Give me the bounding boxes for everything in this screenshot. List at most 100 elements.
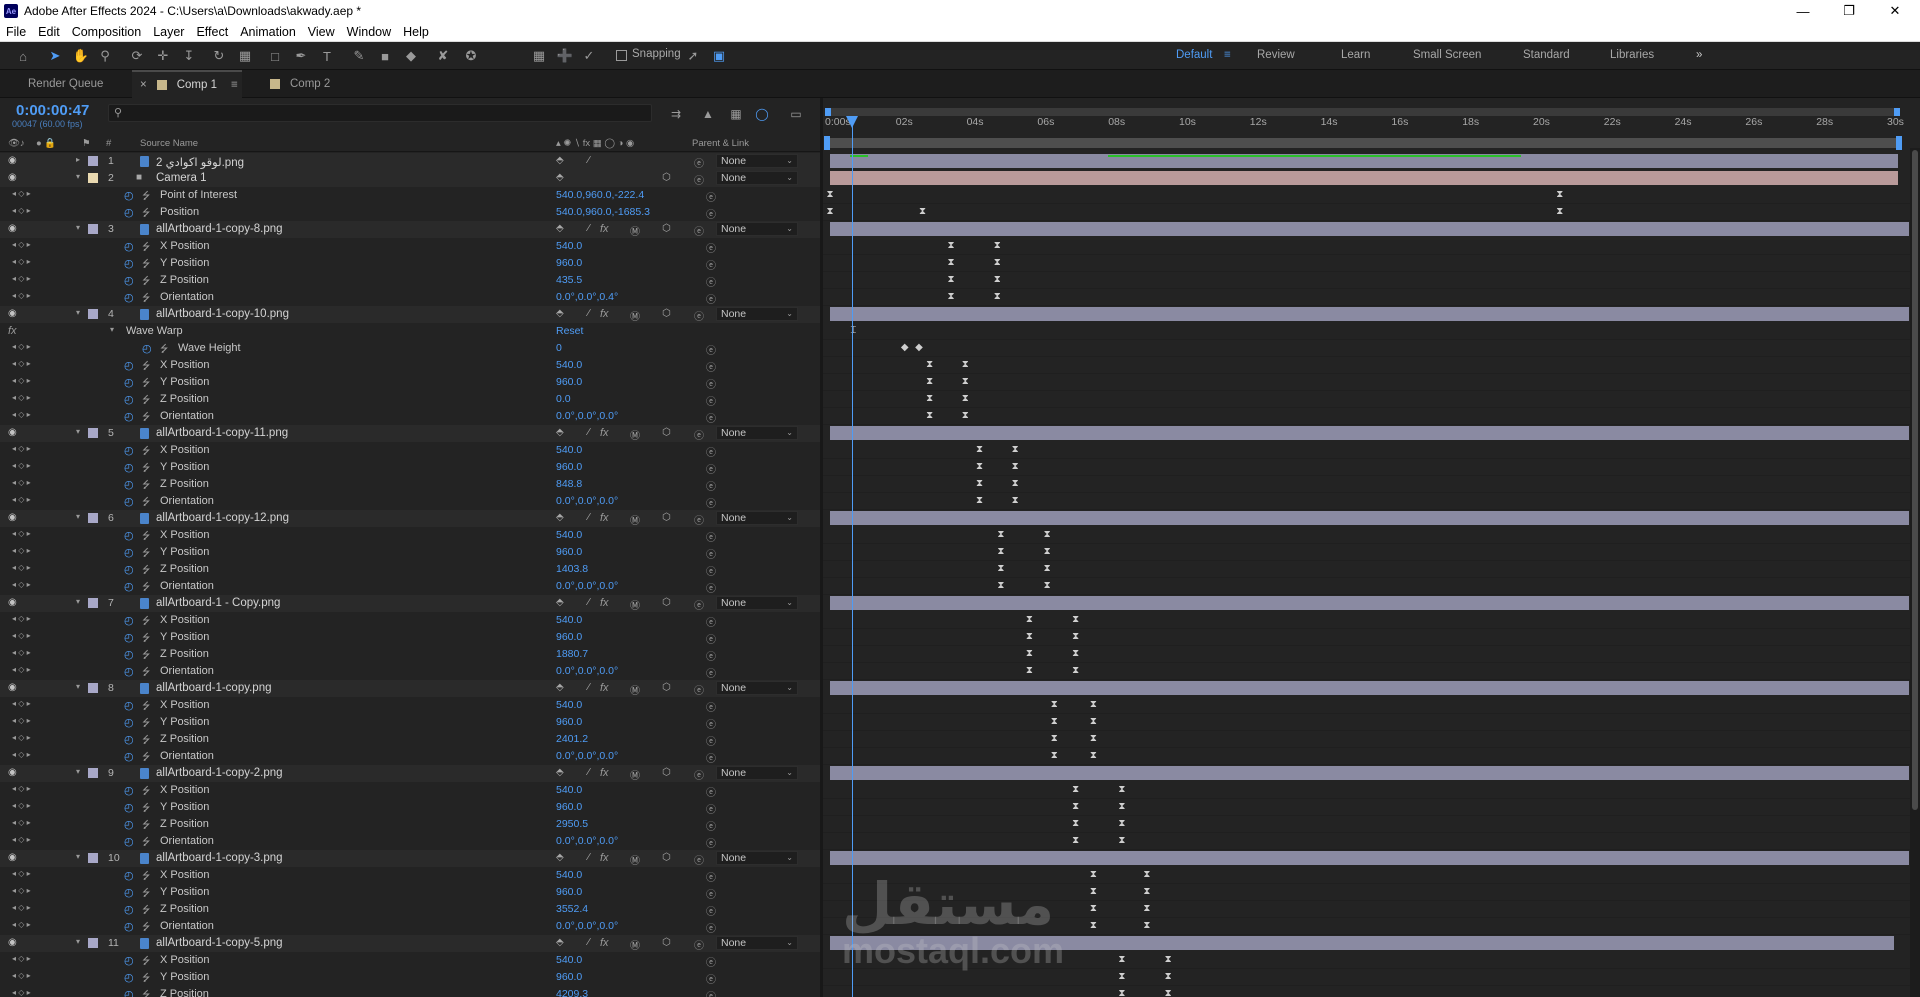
workspace-menu-icon[interactable]: ≡ <box>1224 49 1231 61</box>
quality-switch-icon[interactable]: ∕ <box>588 937 590 948</box>
parent-dropdown[interactable]: None ⌄ <box>716 766 798 780</box>
keyframe-nav-icon[interactable]: ◂ ◇ ▸ <box>12 410 31 419</box>
keyframe-nav-icon[interactable]: ◂ ◇ ▸ <box>12 478 31 487</box>
layer-duration-bar[interactable] <box>830 426 1909 440</box>
property-value[interactable]: 848.8 <box>556 478 582 490</box>
quality-switch-icon[interactable]: ∕ <box>588 852 590 863</box>
expression-pickwhip-icon[interactable]: ⓔ <box>706 393 716 408</box>
effects-switch-icon[interactable]: fx <box>600 427 609 439</box>
work-area-end-handle[interactable] <box>1896 136 1902 150</box>
stopwatch-icon[interactable]: ◴ <box>124 274 134 287</box>
keyframe-icon[interactable]: ⧗ <box>975 478 985 489</box>
graph-editor-icon[interactable]: ▭ <box>788 106 804 122</box>
visibility-eye-icon[interactable]: ◉ <box>8 427 17 438</box>
layer-name[interactable]: allArtboard-1-copy-8.png <box>156 223 283 235</box>
keyframe-icon[interactable]: ⧗ <box>975 444 985 455</box>
scrollbar-thumb[interactable] <box>1912 150 1918 810</box>
tab-comp-1[interactable]: × Comp 1 ≡ <box>132 70 242 98</box>
menu-layer[interactable]: Layer <box>147 22 190 42</box>
eraser-tool-icon[interactable]: ◆ <box>402 47 420 65</box>
keyframe-icon[interactable]: ⧗ <box>1042 529 1052 540</box>
layer-duration-bar[interactable] <box>830 681 1909 695</box>
parent-dropdown[interactable]: None ⌄ <box>716 171 798 185</box>
effects-switch-icon[interactable]: fx <box>600 308 609 320</box>
stopwatch-icon[interactable]: ◴ <box>124 920 134 933</box>
roto-brush-icon[interactable]: ✘ <box>434 47 452 65</box>
3d-layer-switch-icon[interactable]: ⬡ <box>662 597 671 608</box>
stopwatch-icon[interactable]: ◴ <box>124 444 134 457</box>
3d-layer-switch-icon[interactable]: ⬡ <box>662 172 671 183</box>
twirl-arrow-icon[interactable]: ▾ <box>76 223 80 232</box>
keyframe-icon[interactable]: ⧗ <box>1088 733 1098 744</box>
expression-pickwhip-icon[interactable]: ⓔ <box>706 869 716 884</box>
keyframe-nav-icon[interactable]: ◂ ◇ ▸ <box>12 274 31 283</box>
keyframe-icon[interactable]: ⧗ <box>1010 478 1020 489</box>
parent-pickwhip-icon[interactable]: ⓔ <box>694 937 704 952</box>
av-features-icon[interactable]: 👁♪ <box>8 138 25 149</box>
keyframe-nav-icon[interactable]: ◂ ◇ ▸ <box>12 784 31 793</box>
keyframe-icon[interactable]: ⧗ <box>946 257 956 268</box>
layer-row[interactable]: ◉ ▾ 5 allArtboard-1-copy-11.png ⬘ ∕ fx Ⓜ ⬡ ⓔ None ⌄ <box>0 425 820 442</box>
expression-pickwhip-icon[interactable]: ⓔ <box>706 750 716 765</box>
keyframe-icon[interactable]: ⧗ <box>825 189 835 200</box>
expression-pickwhip-icon[interactable]: ⓔ <box>706 699 716 714</box>
keyframe-icon[interactable]: ⧗ <box>1117 988 1127 997</box>
expression-pickwhip-icon[interactable]: ⓔ <box>706 784 716 799</box>
motion-blur-switch-icon[interactable]: Ⓜ <box>630 223 640 238</box>
stopwatch-icon[interactable]: ◴ <box>124 750 134 763</box>
stopwatch-icon[interactable]: ◴ <box>124 801 134 814</box>
layer-duration-bar[interactable] <box>830 511 1909 525</box>
parent-pickwhip-icon[interactable]: ⓔ <box>694 223 704 238</box>
effects-switch-icon[interactable]: fx <box>600 597 609 609</box>
layer-label-swatch[interactable] <box>88 156 98 166</box>
navigator-start-handle[interactable] <box>825 108 831 116</box>
layer-duration-bar[interactable] <box>830 171 1898 185</box>
keyframe-icon[interactable]: ⧗ <box>1071 835 1081 846</box>
close-tab-icon[interactable]: × <box>140 79 147 91</box>
current-time-indicator-head[interactable] <box>846 116 858 128</box>
stopwatch-icon[interactable]: ◴ <box>124 546 134 559</box>
3d-layer-switch-icon[interactable]: ⬡ <box>662 682 671 693</box>
keyframe-icon[interactable]: ⧗ <box>1117 954 1127 965</box>
work-area-start-handle[interactable] <box>824 136 830 150</box>
work-area-bar[interactable] <box>827 138 1899 148</box>
property-value[interactable]: 0 <box>556 342 562 354</box>
shy-switch-icon[interactable]: ⬘ <box>556 597 564 608</box>
source-name-header[interactable]: Source Name <box>140 138 198 149</box>
menu-edit[interactable]: Edit <box>32 22 66 42</box>
keyframe-icon[interactable]: ⧗ <box>992 257 1002 268</box>
expression-pickwhip-icon[interactable]: ⓔ <box>706 274 716 289</box>
layer-name[interactable]: allArtboard-1-copy-5.png <box>156 937 283 949</box>
shy-switch-icon[interactable]: ⬘ <box>556 852 564 863</box>
stopwatch-icon[interactable]: ◴ <box>124 733 134 746</box>
layer-label-swatch[interactable] <box>88 513 98 523</box>
pen-tool-icon[interactable]: ✒ <box>292 47 310 65</box>
keyframe-icon[interactable]: ⧗ <box>996 563 1006 574</box>
visibility-eye-icon[interactable]: ◉ <box>8 597 17 608</box>
keyframe-icon[interactable]: ⧗ <box>1088 716 1098 727</box>
keyframe-icon[interactable]: ⧗ <box>1071 784 1081 795</box>
keyframe-icon[interactable]: ⧗ <box>946 291 956 302</box>
keyframe-icon[interactable]: ⧗ <box>1088 750 1098 761</box>
keyframe-nav-icon[interactable]: ◂ ◇ ▸ <box>12 886 31 895</box>
keyframe-icon[interactable]: ⧗ <box>1042 580 1052 591</box>
stopwatch-icon[interactable]: ◴ <box>124 869 134 882</box>
property-value[interactable]: 0.0°,0.0°,0.4° <box>556 291 618 303</box>
brush-tool-icon[interactable]: ✎ <box>350 47 368 65</box>
property-value[interactable]: 2401.2 <box>556 733 588 745</box>
layer-row[interactable]: ◉ ▾ 8 allArtboard-1-copy.png ⬘ ∕ fx Ⓜ ⬡ ⓔ None ⌄ <box>0 680 820 697</box>
shy-switch-icon[interactable]: ⬘ <box>556 223 564 234</box>
visibility-eye-icon[interactable]: ◉ <box>8 937 17 948</box>
expression-pickwhip-icon[interactable]: ⓔ <box>706 835 716 850</box>
tab-comp-2[interactable]: Comp 2 <box>270 70 330 98</box>
keyframe-nav-icon[interactable]: ◂ ◇ ▸ <box>12 461 31 470</box>
keyframe-icon[interactable]: ⧗ <box>918 206 928 217</box>
expression-pickwhip-icon[interactable]: ⓔ <box>706 240 716 255</box>
stopwatch-icon[interactable]: ◴ <box>124 580 134 593</box>
twirl-arrow-icon[interactable]: ▾ <box>76 682 80 691</box>
twirl-arrow-icon[interactable]: ▾ <box>76 767 80 776</box>
layer-label-swatch[interactable] <box>88 683 98 693</box>
layer-name[interactable]: allArtboard-1-copy-3.png <box>156 852 283 864</box>
expression-pickwhip-icon[interactable]: ⓔ <box>706 920 716 935</box>
keyframe-icon[interactable]: ⧗ <box>1117 971 1127 982</box>
